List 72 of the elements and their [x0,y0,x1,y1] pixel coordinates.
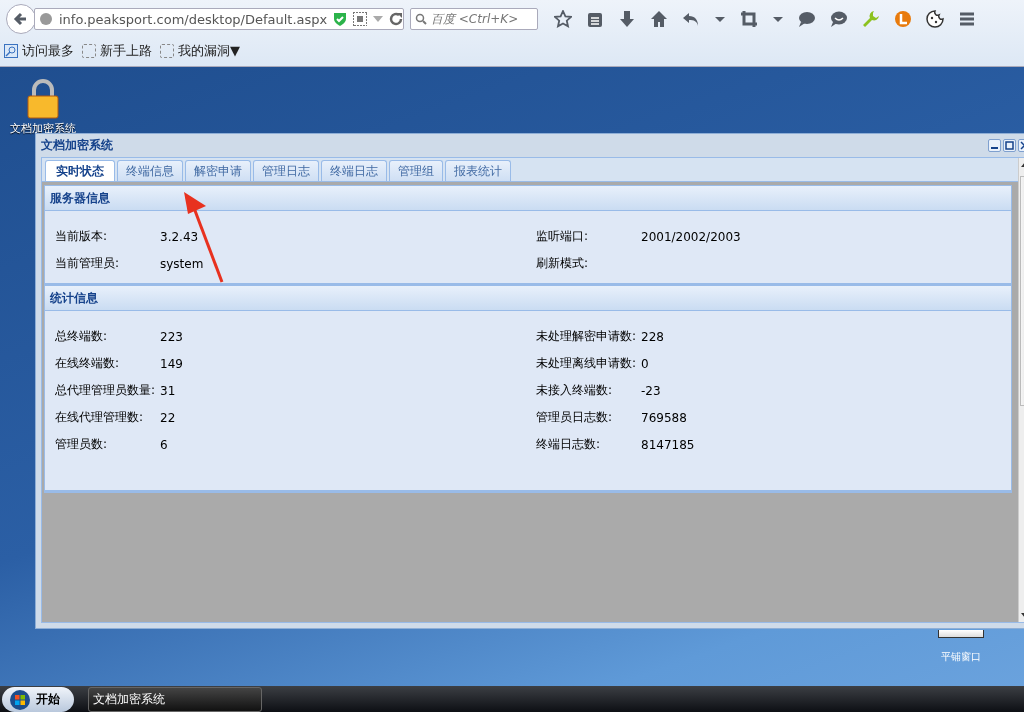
field-value: 2001/2002/2003 [641,229,741,244]
field-value: 769588 [641,410,687,425]
crop-icon[interactable] [740,10,758,28]
field-value: 31 [160,383,176,398]
tab[interactable]: 实时状态 [45,160,115,181]
field-value: 223 [160,329,183,344]
star-icon[interactable] [554,10,572,28]
field-value: 8147185 [641,437,695,452]
tab[interactable]: 管理日志 [253,160,319,181]
tab[interactable]: 终端信息 [117,160,183,181]
field-label: 总终端数: [55,328,109,345]
speech-bubble-icon[interactable] [798,10,816,28]
undo-icon[interactable] [682,10,700,28]
desktop-icon-label[interactable]: 文档加密系统 [10,121,76,136]
download-icon[interactable] [618,10,636,28]
minimize-button[interactable] [988,139,1001,152]
tile-windows-button[interactable] [938,630,984,638]
maximize-icon [1005,141,1014,150]
bookmark-link[interactable]: 访问最多 [4,42,74,60]
field-value: 228 [641,329,664,344]
field-label: 未接入终端数: [536,382,614,399]
tab[interactable]: 管理组 [389,160,443,181]
field-label: 当前版本: [55,228,109,245]
home-icon[interactable] [650,10,668,28]
field-value: 22 [160,410,176,425]
smiley-bubble-icon[interactable] [830,10,848,28]
shield-icon[interactable] [333,11,348,27]
search-icon [415,13,427,25]
field-label: 终端日志数: [536,436,602,453]
clipboard-icon[interactable] [586,10,604,28]
field-label: 在线终端数: [55,355,121,372]
window-title: 文档加密系统 [41,137,114,154]
field-value: system [160,256,204,271]
start-button[interactable]: 开始 [2,687,74,712]
start-orb-icon [10,689,30,710]
field-label: 未处理离线申请数: [536,355,638,372]
placeholder-icon [160,44,174,58]
field-label: 监听端口: [536,228,590,245]
search-field[interactable]: 百度 <Ctrl+K> [410,8,538,30]
bookmark-link[interactable]: 新手上路 [82,42,152,60]
tab[interactable]: 终端日志 [321,160,387,181]
placeholder-icon [82,44,96,58]
field-label: 管理员日志数: [536,409,614,426]
tab[interactable]: 报表统计 [445,160,511,181]
taskbar-item[interactable]: 文档加密系统 [88,687,262,712]
field-label: 管理员数: [55,436,109,453]
field-label: 刷新模式: [536,255,590,272]
reload-icon[interactable] [389,12,404,26]
field-value: 0 [641,356,649,371]
field-value: 3.2.43 [160,229,199,244]
magnifier-icon [4,44,18,58]
section-header: 统计信息 [45,285,1011,311]
menu-icon[interactable] [958,10,976,28]
globe-icon [39,12,53,26]
bookmark-link[interactable]: 我的漏洞▼ [160,42,240,60]
url-text: info.peaksport.com/desktop/Default.aspx [59,11,328,27]
qr-code-icon[interactable] [353,12,368,26]
letter-l-icon[interactable] [894,10,912,28]
field-label: 当前管理员: [55,255,121,272]
field-value: -23 [641,383,661,398]
field-label: 未处理解密申请数: [536,328,638,345]
back-button[interactable] [6,4,36,34]
field-label: 总代理管理员数量: [55,382,157,399]
maximize-button[interactable] [1003,139,1016,152]
cookie-icon[interactable] [926,10,944,28]
tab[interactable]: 解密申请 [185,160,251,181]
section-header: 服务器信息 [45,185,1011,211]
field-label: 在线代理管理数: [55,409,145,426]
field-value: 149 [160,356,183,371]
address-bar[interactable]: info.peaksport.com/desktop/Default.aspx [34,8,404,30]
field-value: 6 [160,437,168,452]
padlock-icon[interactable] [26,79,60,119]
